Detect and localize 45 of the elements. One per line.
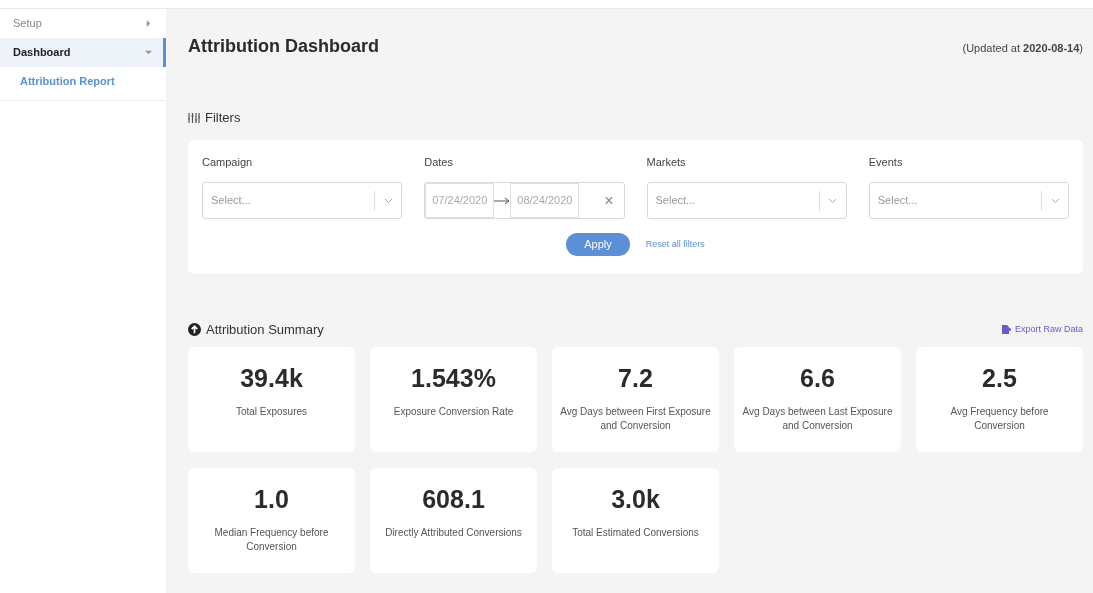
caret-down-icon — [145, 49, 152, 56]
reset-filters-link[interactable]: Reset all filters — [645, 237, 705, 251]
stat-value: 1.0 — [254, 484, 289, 514]
stat-value: 7.2 — [618, 363, 653, 393]
export-link[interactable]: Export Raw Data — [1001, 322, 1083, 336]
stat-value: 39.4k — [240, 363, 303, 393]
apply-button[interactable]: Apply — [566, 233, 630, 256]
section-title: Filters — [205, 109, 241, 127]
caret-right-icon — [145, 20, 152, 27]
stat-label: Avg Days between First Exposure and Conversion — [559, 405, 712, 433]
filter-label: Markets — [646, 154, 687, 170]
chevron-down-icon — [1050, 197, 1060, 204]
stat-value: 3.0k — [611, 484, 660, 514]
select-field[interactable]: Select... — [646, 182, 847, 219]
stat-label: Avg Days between Last Exposure and Conversion — [741, 405, 894, 433]
date-field[interactable]: 07/24/2020 — [425, 183, 495, 218]
filter-label: Events — [868, 154, 904, 170]
sidebar-subitem[interactable]: Attribution Report — [0, 67, 166, 96]
page-title: Attribution Dashboard — [188, 35, 379, 58]
sidebar-item[interactable]: Setup — [0, 9, 166, 38]
stat-label: Median Frequency before Conversion — [213, 526, 330, 554]
arrow-right-icon — [494, 196, 511, 205]
clear-button[interactable]: × — [594, 183, 624, 218]
stat-label: Directly Attributed Conversions — [384, 526, 523, 540]
sliders-icon — [188, 111, 200, 124]
updated-text: (Updated at 2020-08-14) — [962, 41, 1083, 56]
chevron-down-icon — [828, 197, 838, 204]
stat-value: 608.1 — [422, 484, 485, 514]
date-field[interactable]: 08/24/2020 — [510, 183, 580, 218]
select-field[interactable]: Select... — [202, 182, 403, 219]
filter-label: Campaign — [202, 154, 254, 170]
stat-label: Total Estimated Conversions — [571, 526, 700, 540]
section-title: Attribution Summary — [206, 320, 324, 339]
select-field[interactable]: Select... — [868, 182, 1069, 219]
stat-value: 1.543% — [411, 363, 496, 393]
stat-label: Total Exposures — [234, 405, 309, 419]
export-icon — [1001, 324, 1011, 334]
filter-label: Dates — [424, 154, 454, 170]
stat-value: 6.6 — [800, 363, 835, 393]
stat-value: 2.5 — [982, 363, 1017, 393]
arrow-up-circle-icon — [188, 322, 201, 336]
sidebar-item[interactable]: Dashboard — [0, 38, 166, 67]
chevron-down-icon — [383, 197, 393, 204]
stat-label: Avg Frequency before Conversion — [949, 405, 1050, 433]
stat-label: Exposure Conversion Rate — [392, 405, 515, 419]
